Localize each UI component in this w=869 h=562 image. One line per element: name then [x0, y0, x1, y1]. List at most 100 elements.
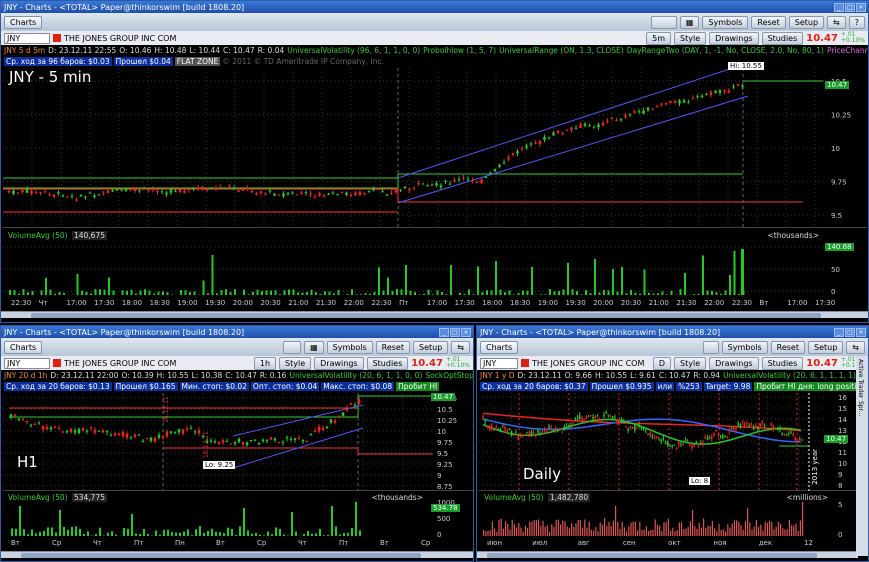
close-icon[interactable]: × — [461, 327, 471, 337]
window-titlebar[interactable]: JNY - Charts - <TOTAL> Paper@thinkorswim… — [1, 326, 473, 338]
volume-bar — [9, 289, 11, 295]
candle-body — [201, 186, 204, 190]
symbols-button[interactable]: Symbols — [721, 340, 768, 354]
volume-bar — [207, 530, 209, 536]
candle-body — [678, 441, 680, 445]
volume-bar — [355, 294, 358, 295]
time-axis-label: окт — [668, 539, 681, 547]
volume-bar — [135, 293, 137, 295]
scrollbar-thumb[interactable] — [21, 553, 421, 558]
reset-button[interactable]: Reset — [375, 340, 410, 354]
time-axis-label: сен — [622, 539, 636, 547]
side-tab[interactable]: Active Trader — [857, 359, 864, 398]
style-button[interactable]: Style — [279, 356, 312, 370]
setup-button[interactable]: Setup — [808, 340, 844, 354]
tab-charts[interactable]: Charts — [480, 340, 519, 354]
timeframe-button[interactable]: 1h — [253, 356, 277, 370]
style-button[interactable]: Style — [674, 31, 707, 45]
drawings-button[interactable]: Drawings — [709, 31, 759, 45]
setup-button[interactable]: Setup — [788, 15, 825, 29]
study-label[interactable]: UniversalRange (ON, 1.3, CLOSE) — [499, 46, 624, 55]
layout-button[interactable] — [283, 340, 302, 354]
price-pane[interactable]: 1615141312111098 Daily Lo: 8 10.47 2013 … — [479, 393, 856, 491]
symbol-input[interactable]: JNY — [4, 357, 50, 369]
minimize-icon[interactable]: _ — [834, 2, 844, 12]
candle-body — [197, 429, 201, 434]
drawings-button[interactable]: Drawings — [709, 356, 759, 370]
study-label[interactable]: Probolhlow (1, 5, 7) — [423, 46, 496, 55]
study-label[interactable]: DayRangeTwo (DAY, 1, -1, No, CLOSE, 2.0,… — [627, 46, 824, 55]
volume-bar — [359, 530, 361, 536]
symbol-input[interactable]: JNY — [4, 32, 50, 44]
side-tab[interactable]: Spr... — [857, 401, 864, 416]
volume-bar — [706, 290, 709, 295]
studies-button[interactable]: Studies — [366, 356, 409, 370]
symbol-input[interactable]: JNY — [480, 357, 518, 369]
horizontal-scrollbar[interactable] — [477, 551, 858, 558]
close-icon[interactable]: × — [856, 327, 866, 337]
horizontal-scrollbar[interactable] — [1, 311, 868, 318]
tab-charts[interactable]: Charts — [4, 340, 43, 354]
volume-bar — [667, 518, 669, 536]
drawings-button[interactable]: Drawings — [314, 356, 364, 370]
price-pane[interactable]: 10.7510.510.25109.759.59.2598.7516.12.11… — [3, 393, 473, 491]
maximize-icon[interactable]: □ — [845, 327, 855, 337]
volume-bar — [755, 519, 757, 536]
volume-bar — [729, 527, 731, 536]
window-titlebar[interactable]: JNY - Charts - <TOTAL> Paper@thinkorswim… — [477, 326, 868, 338]
scrollbar-thumb[interactable] — [487, 553, 817, 558]
study-label[interactable]: SockOptStop (40, — [425, 371, 473, 380]
minimize-icon[interactable]: _ — [439, 327, 449, 337]
style-button[interactable]: Style — [674, 356, 707, 370]
price-pane[interactable]: 10.510.25109.759.5 JNY - 5 min Hi: 10.55… — [3, 62, 867, 228]
volume-pane[interactable]: 100500 VolumeAvg (50) 140,675 <thousands… — [3, 229, 867, 297]
reset-button[interactable]: Reset — [751, 15, 786, 29]
layout-button[interactable] — [650, 15, 677, 29]
volume-bar — [115, 534, 117, 536]
time-axis-label: ноя — [713, 539, 727, 547]
timeframe-button[interactable]: 5m — [646, 31, 672, 45]
volume-bar — [499, 289, 502, 295]
candle-body — [309, 433, 313, 436]
layout-button[interactable] — [702, 340, 719, 354]
help-icon[interactable]: ? — [848, 15, 865, 29]
study-label[interactable]: UniversalVolatility (20, 6, 1, 1, 1, 1) — [723, 371, 856, 380]
candle-body — [594, 415, 596, 418]
window-titlebar[interactable]: JNY - Charts - <TOTAL> Paper@thinkorswim… — [1, 1, 868, 13]
candle-body — [457, 179, 461, 181]
horizontal-scrollbar[interactable] — [1, 551, 473, 558]
minimize-icon[interactable]: _ — [834, 327, 844, 337]
link-icon[interactable]: ⇆ — [827, 15, 846, 29]
candle-body — [601, 122, 605, 126]
study-label[interactable]: UniversalVolatility (20, 6, 1, 1, 0, 0) — [289, 371, 422, 380]
symbols-button[interactable]: Symbols — [702, 15, 749, 29]
volume-bar — [684, 273, 686, 295]
volume-bar — [689, 521, 691, 536]
volume-pane[interactable]: 1000 500 0 VolumeAvg (50) 534,775 <thousan… — [3, 492, 473, 539]
scrollbar-thumb[interactable] — [31, 313, 821, 318]
volume-bar — [549, 531, 551, 536]
maximize-icon[interactable]: □ — [845, 2, 855, 12]
tab-charts[interactable]: Charts — [4, 15, 43, 29]
study-label[interactable]: PriceChannel (0, 40) — [827, 46, 868, 55]
grid-icon[interactable]: ▦ — [679, 15, 700, 29]
reset-button[interactable]: Reset — [770, 340, 805, 354]
grid-icon[interactable]: ▦ — [304, 340, 324, 354]
studies-button[interactable]: Studies — [761, 356, 804, 370]
timeframe-button[interactable]: D — [652, 356, 672, 370]
volume-bar — [71, 526, 73, 536]
link-icon[interactable]: ⇆ — [846, 340, 865, 354]
close-icon[interactable]: × — [856, 2, 866, 12]
volume-bar — [279, 294, 281, 295]
symbols-button[interactable]: Symbols — [326, 340, 373, 354]
volume-pane[interactable]: 5 0 VolumeAvg (50) 1,482,780 <millions> — [479, 492, 856, 539]
study-label[interactable]: UniversalVolatility (96, 6, 1, 1, 0, 0) — [287, 46, 420, 55]
setup-button[interactable]: Setup — [413, 340, 449, 354]
side-panel-tabs[interactable]: Active Trader Spr... — [856, 356, 868, 556]
link-icon[interactable]: ⇆ — [451, 340, 470, 354]
candle-body — [704, 436, 706, 438]
candle-body — [88, 192, 92, 194]
volume-bar — [303, 534, 305, 536]
studies-button[interactable]: Studies — [761, 31, 804, 45]
maximize-icon[interactable]: □ — [450, 327, 460, 337]
